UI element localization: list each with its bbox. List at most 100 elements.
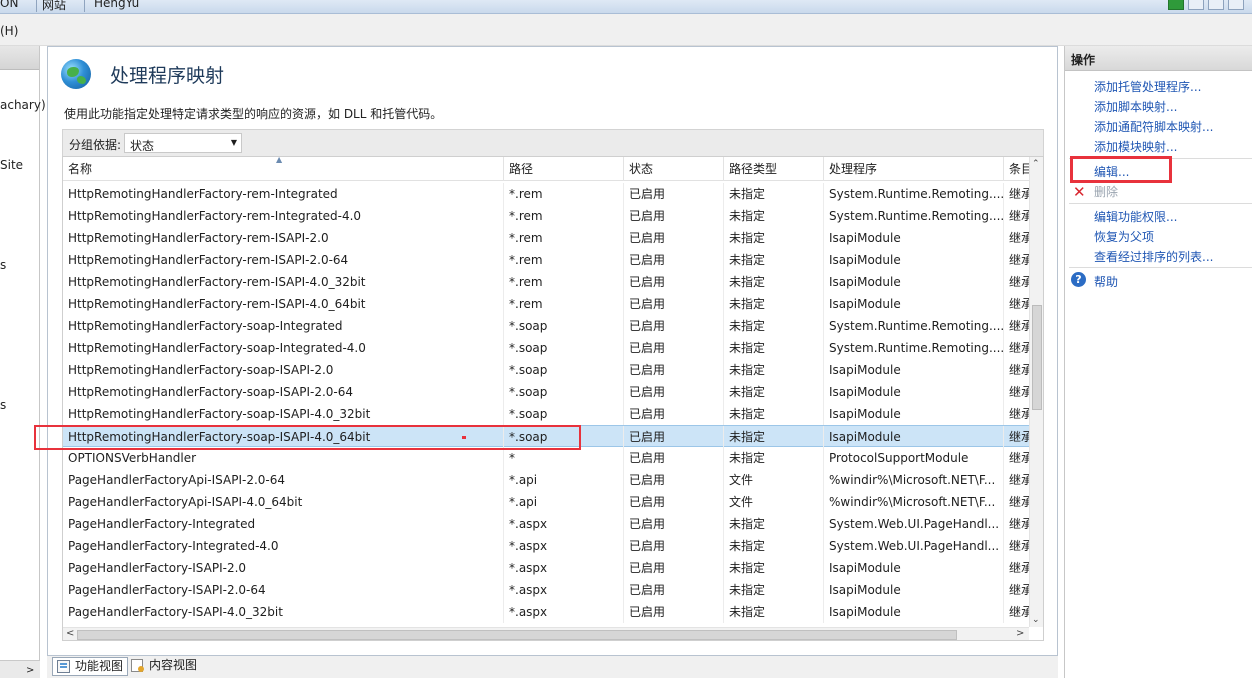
- table-row[interactable]: PageHandlerFactory-Integrated *.aspx 已启用 未指…: [63, 513, 1029, 535]
- table-cell: System.Runtime.Remoting....: [824, 183, 1004, 205]
- action-edit-feature-permissions[interactable]: 编辑功能权限...: [1094, 208, 1177, 225]
- table-row[interactable]: HttpRemotingHandlerFactory-soap-ISAPI-2.…: [63, 381, 1029, 403]
- action-add-managed-handler[interactable]: 添加托管处理程序...: [1094, 78, 1201, 95]
- stop-icon[interactable]: [1188, 0, 1204, 10]
- tree-item-other[interactable]: s: [0, 398, 6, 412]
- tree-item-app-pools[interactable]: achary): [0, 98, 46, 112]
- tree-item-default-site[interactable]: Site: [0, 158, 23, 172]
- table-row[interactable]: HttpRemotingHandlerFactory-soap-ISAPI-2.…: [63, 359, 1029, 381]
- menu-help[interactable]: (H): [0, 24, 18, 38]
- tab-features-view-label: 功能视图: [75, 659, 124, 673]
- actions-header: 操作: [1065, 46, 1252, 71]
- table-cell: *.rem: [504, 293, 624, 315]
- table-row[interactable]: PageHandlerFactory-ISAPI-2.0-64 *.aspx 已启用…: [63, 579, 1029, 601]
- page-description: 使用此功能指定处理特定请求类型的响应的资源，如 DLL 和托管代码。: [64, 107, 443, 121]
- table-cell: IsapiModule: [824, 557, 1004, 579]
- table-cell: *.aspx: [504, 535, 624, 557]
- table-row[interactable]: HttpRemotingHandlerFactory-rem-ISAPI-4.0…: [63, 293, 1029, 315]
- table-cell: 继承: [1004, 491, 1029, 513]
- column-header-path-type[interactable]: 路径类型: [724, 157, 824, 181]
- table-row[interactable]: HttpRemotingHandlerFactory-rem-ISAPI-2.0…: [63, 249, 1029, 271]
- breadcrumb-sites[interactable]: 网站: [42, 0, 66, 13]
- scroll-down-icon[interactable]: ⌄: [1032, 615, 1040, 625]
- refresh-icon[interactable]: [1168, 0, 1184, 10]
- table-cell: 继承: [1004, 513, 1029, 535]
- table-cell: IsapiModule: [824, 381, 1004, 403]
- table-cell: 继承: [1004, 337, 1029, 359]
- scroll-right-icon[interactable]: >: [1016, 628, 1024, 639]
- action-help[interactable]: 帮助: [1094, 273, 1118, 290]
- help-icon: ?: [1071, 272, 1086, 287]
- table-cell: 未指定: [724, 271, 824, 293]
- tab-features-view[interactable]: 功能视图: [52, 657, 129, 676]
- table-cell: *.soap: [504, 337, 624, 359]
- table-row[interactable]: HttpRemotingHandlerFactory-rem-ISAPI-4.0…: [63, 271, 1029, 293]
- home-icon[interactable]: [1208, 0, 1224, 10]
- table-cell: PageHandlerFactory-Integrated-4.0: [63, 535, 504, 557]
- table-cell: IsapiModule: [824, 293, 1004, 315]
- connections-header: [0, 46, 39, 70]
- action-revert-to-parent[interactable]: 恢复为父项: [1094, 228, 1154, 245]
- group-by-select[interactable]: 状态 ▼: [124, 133, 242, 153]
- table-cell: IsapiModule: [824, 359, 1004, 381]
- table-cell: 未指定: [724, 601, 824, 623]
- table-cell: System.Web.UI.PageHandl...: [824, 535, 1004, 557]
- table-row[interactable]: OPTIONSVerbHandler * 已启用 未指定 ProtocolSupport…: [63, 447, 1029, 469]
- help-menu-icon[interactable]: [1228, 0, 1244, 10]
- horizontal-scroll-thumb[interactable]: [77, 630, 957, 640]
- table-cell: OPTIONSVerbHandler: [63, 447, 504, 469]
- table-row[interactable]: HttpRemotingHandlerFactory-rem-Integrate…: [63, 205, 1029, 227]
- table-cell: 未指定: [724, 205, 824, 227]
- scroll-up-icon[interactable]: ⌃: [1032, 159, 1040, 169]
- table-cell: 已启用: [624, 293, 724, 315]
- column-header-path[interactable]: 路径: [504, 157, 624, 181]
- breadcrumb-site[interactable]: HengYu: [94, 0, 139, 10]
- table-cell: *.aspx: [504, 513, 624, 535]
- breadcrumb-server[interactable]: ON: [0, 0, 18, 10]
- column-header-name[interactable]: 名称: [63, 157, 504, 181]
- vertical-scrollbar[interactable]: ⌃ ⌄: [1029, 157, 1043, 627]
- table-row[interactable]: HttpRemotingHandlerFactory-rem-ISAPI-2.0…: [63, 227, 1029, 249]
- action-delete[interactable]: 删除: [1094, 183, 1118, 200]
- table-cell: 继承: [1004, 426, 1029, 448]
- table-row[interactable]: PageHandlerFactory-ISAPI-4.0_32bit *.aspx…: [63, 601, 1029, 623]
- scroll-right-icon[interactable]: >: [26, 665, 34, 676]
- actions-pane: 操作 添加托管处理程序... 添加脚本映射... 添加通配符脚本映射... 添加…: [1064, 46, 1252, 678]
- horizontal-scrollbar[interactable]: < >: [63, 627, 1029, 640]
- table-row[interactable]: HttpRemotingHandlerFactory-soap-ISAPI-4.…: [63, 403, 1029, 425]
- scroll-left-icon[interactable]: <: [66, 628, 74, 639]
- vertical-scroll-thumb[interactable]: [1032, 305, 1042, 410]
- globe-icon: [61, 59, 91, 89]
- action-add-script-map[interactable]: 添加脚本映射...: [1094, 98, 1177, 115]
- table-cell: 未指定: [724, 227, 824, 249]
- action-add-wildcard-script-map[interactable]: 添加通配符脚本映射...: [1094, 118, 1213, 135]
- column-header-state[interactable]: 状态: [624, 157, 724, 181]
- table-row[interactable]: PageHandlerFactory-Integrated-4.0 *.aspx 已…: [63, 535, 1029, 557]
- table-cell: HttpRemotingHandlerFactory-soap-Integrat…: [63, 315, 504, 337]
- table-cell: HttpRemotingHandlerFactory-rem-ISAPI-2.0: [63, 227, 504, 249]
- table-cell: 已启用: [624, 426, 724, 448]
- table-row[interactable]: PageHandlerFactory-ISAPI-2.0 *.aspx 已启用 未指定…: [63, 557, 1029, 579]
- table-cell: 继承: [1004, 183, 1029, 205]
- table-cell: 继承: [1004, 293, 1029, 315]
- table-cell: 未指定: [724, 426, 824, 448]
- table-row[interactable]: HttpRemotingHandlerFactory-rem-Integrate…: [63, 183, 1029, 205]
- actions-title: 操作: [1071, 53, 1096, 67]
- table-cell: 已启用: [624, 359, 724, 381]
- column-header-handler[interactable]: 处理程序: [824, 157, 1004, 181]
- table-row[interactable]: PageHandlerFactoryApi-ISAPI-4.0_64bit *.a…: [63, 491, 1029, 513]
- table-row[interactable]: HttpRemotingHandlerFactory-soap-Integrat…: [63, 315, 1029, 337]
- table-cell: HttpRemotingHandlerFactory-soap-ISAPI-2.…: [63, 381, 504, 403]
- tree-item-sites[interactable]: s: [0, 258, 6, 272]
- table-row[interactable]: HttpRemotingHandlerFactory-soap-Integrat…: [63, 337, 1029, 359]
- tab-content-view[interactable]: 内容视图: [127, 657, 201, 676]
- table-cell: PageHandlerFactory-Integrated: [63, 513, 504, 535]
- table-cell: PageHandlerFactoryApi-ISAPI-2.0-64: [63, 469, 504, 491]
- table-cell: *.rem: [504, 227, 624, 249]
- action-add-module-mapping[interactable]: 添加模块映射...: [1094, 138, 1177, 155]
- connections-scrollbar[interactable]: >: [0, 660, 40, 678]
- table-cell: 未指定: [724, 359, 824, 381]
- table-cell: 已启用: [624, 403, 724, 425]
- table-row[interactable]: PageHandlerFactoryApi-ISAPI-2.0-64 *.api 已…: [63, 469, 1029, 491]
- action-view-ordered-list[interactable]: 查看经过排序的列表...: [1094, 248, 1213, 265]
